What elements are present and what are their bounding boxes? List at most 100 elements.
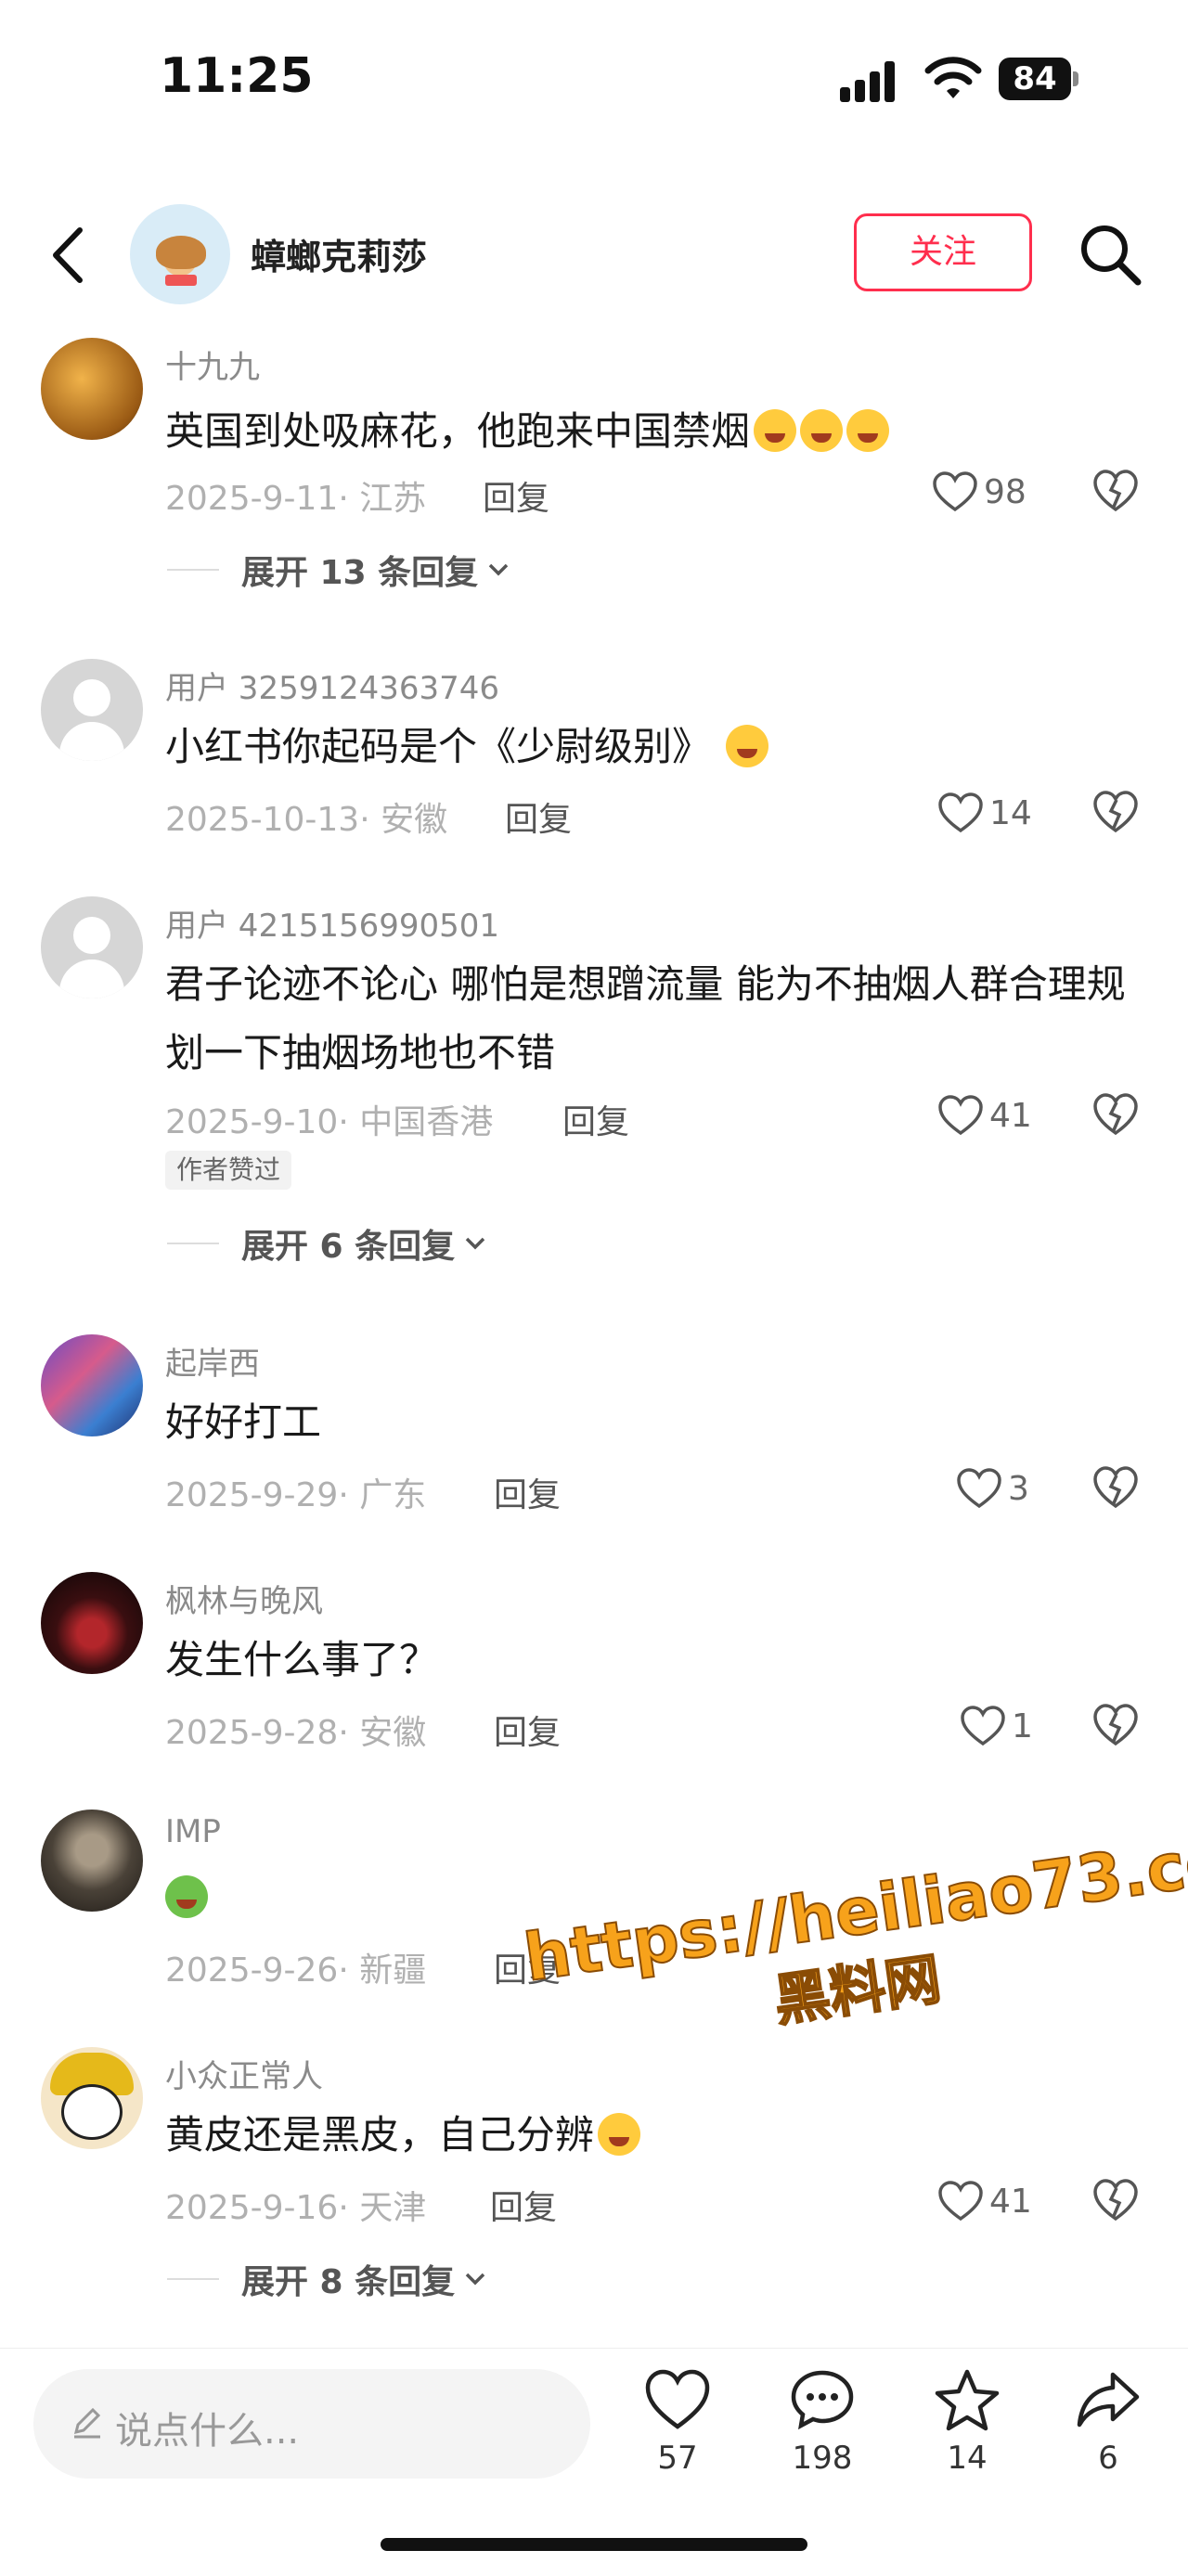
comment-text: 好好打工 [165,1399,322,1445]
comment-author[interactable]: 起岸西 [165,1338,260,1384]
like-count: 98 [984,472,1027,511]
avatar[interactable] [41,338,143,440]
heart-icon [645,2369,710,2429]
like-count: 57 [657,2440,698,2477]
comment-date: 2025-9-11· 江苏 [165,480,427,518]
comment-author[interactable]: 小众正常人 [165,2051,323,2096]
like-button[interactable]: 98 [932,466,1027,518]
comment-author[interactable]: 十九九 [165,341,260,387]
grin-sweat-emoji-icon [598,2113,641,2156]
star-count: 14 [947,2440,988,2477]
comment-date: 2025-9-28· 安徽 [165,1714,427,1752]
comment-author[interactable]: 用户 4215156990501 [165,900,499,946]
reply-button[interactable]: 回复 [505,792,572,841]
nauseated-emoji-icon [165,1875,208,1918]
avatar[interactable] [41,896,143,998]
comment-count: 198 [792,2440,853,2477]
signal-icon [840,61,901,102]
comment-date: 2025-9-16· 天津 [165,2189,427,2227]
account-name[interactable]: 蟑螂克莉莎 [251,228,427,279]
home-indicator[interactable] [381,2538,807,2551]
comment-author[interactable]: 用户 3259124363746 [165,663,499,708]
expand-replies-button[interactable]: 展开 13 条回复 [167,546,511,594]
share-button[interactable]: 6 [1052,2367,1164,2477]
avatar[interactable] [41,1334,143,1436]
author-liked-badge: 作者赞过 [165,1151,292,1190]
reply-button[interactable]: 回复 [562,1095,629,1143]
laugh-cry-emoji-icon [754,409,797,452]
avatar[interactable] [41,2047,143,2149]
laugh-cry-emoji-icon [846,409,890,452]
avatar[interactable] [41,1572,143,1674]
battery-icon: 84 [999,58,1078,100]
like-count: 41 [989,2182,1032,2221]
comment-input[interactable]: 说点什么... [33,2369,590,2479]
laugh-cry-emoji-icon [726,725,769,767]
heart-icon [938,792,983,833]
expand-replies-button[interactable]: 展开 6 条回复 [167,1219,488,1268]
comment-text-body: 英国到处吸麻花，他跑来中国禁烟 [165,408,751,454]
broken-heart-icon[interactable] [1091,2177,1140,2223]
broken-heart-icon[interactable] [1091,468,1140,514]
status-time: 11:25 [160,48,314,104]
like-count: 3 [1008,1469,1029,1508]
broken-heart-icon[interactable] [1091,1091,1140,1138]
comment-button[interactable]: 198 [767,2367,878,2477]
chevron-down-icon [465,2273,485,2286]
comment-author[interactable]: 枫林与晚风 [165,1576,323,1621]
reply-button[interactable]: 回复 [494,1468,561,1516]
battery-level: 84 [999,58,1071,100]
reply-button[interactable]: 回复 [490,2181,557,2229]
star-button[interactable]: 14 [911,2367,1023,2477]
comment-text: 君子论迹不论心 哪怕是想蹭流量 能为不抽烟人群合理规划一下抽烟场地也不错 [165,961,1126,1075]
account-avatar[interactable] [130,204,230,304]
broken-heart-icon[interactable] [1091,1702,1140,1748]
comment-text: 小红书你起码是个《少尉级别》 [165,713,1130,781]
like-count: 41 [989,1096,1032,1135]
heart-icon [938,2181,983,2222]
comment-date: 2025-9-26· 新疆 [165,1951,427,1990]
comment-input-placeholder: 说点什么... [115,2410,300,2453]
comment-date: 2025-9-29· 广东 [165,1476,427,1514]
comment-date: 2025-9-10· 中国香港 [165,1103,494,1141]
broken-heart-icon[interactable] [1091,1464,1140,1511]
comment-text: 英国到处吸麻花，他跑来中国禁烟 [165,397,1130,466]
comment-icon [791,2370,854,2430]
like-post-button[interactable]: 57 [622,2367,733,2477]
chevron-down-icon [465,1237,485,1250]
avatar[interactable] [41,659,143,761]
like-button[interactable]: 1 [960,1700,1033,1752]
back-icon[interactable] [46,223,93,288]
share-icon [1077,2372,1140,2428]
like-count: 14 [989,793,1032,832]
comment-author[interactable]: IMP [165,1813,221,1850]
share-count: 6 [1098,2440,1118,2477]
heart-icon [933,471,977,512]
like-button[interactable]: 41 [937,1089,1032,1141]
expand-replies-button[interactable]: 展开 8 条回复 [167,2255,488,2303]
like-count: 1 [1012,1707,1033,1745]
comment-date: 2025-10-13· 安徽 [165,801,448,839]
like-button[interactable]: 41 [937,2175,1032,2227]
follow-button[interactable]: 关注 [854,213,1032,291]
broken-heart-icon[interactable] [1091,789,1140,835]
like-button[interactable]: 14 [937,787,1032,839]
laugh-cry-emoji-icon [800,409,844,452]
reply-button[interactable]: 回复 [494,1706,561,1754]
search-icon[interactable] [1077,221,1143,288]
chevron-down-icon [488,563,509,576]
top-nav: 蟑螂克莉莎 关注 [0,195,1188,316]
status-bar: 11:25 84 [0,0,1188,158]
pencil-icon [73,2407,101,2439]
heart-icon [961,1706,1005,1746]
comment-text: 发生什么事了？ [165,1637,439,1682]
avatar[interactable] [41,1810,143,1912]
wifi-icon [924,57,982,98]
like-button[interactable]: 3 [956,1462,1029,1514]
heart-icon [938,1095,983,1136]
reply-button[interactable]: 回复 [483,471,549,520]
comment-text: 黄皮还是黑皮，自己分辨 [165,2101,1130,2170]
heart-icon [957,1468,1001,1509]
star-icon [935,2369,1000,2431]
bottom-bar: 说点什么... 57 198 14 6 [0,2348,1188,2576]
